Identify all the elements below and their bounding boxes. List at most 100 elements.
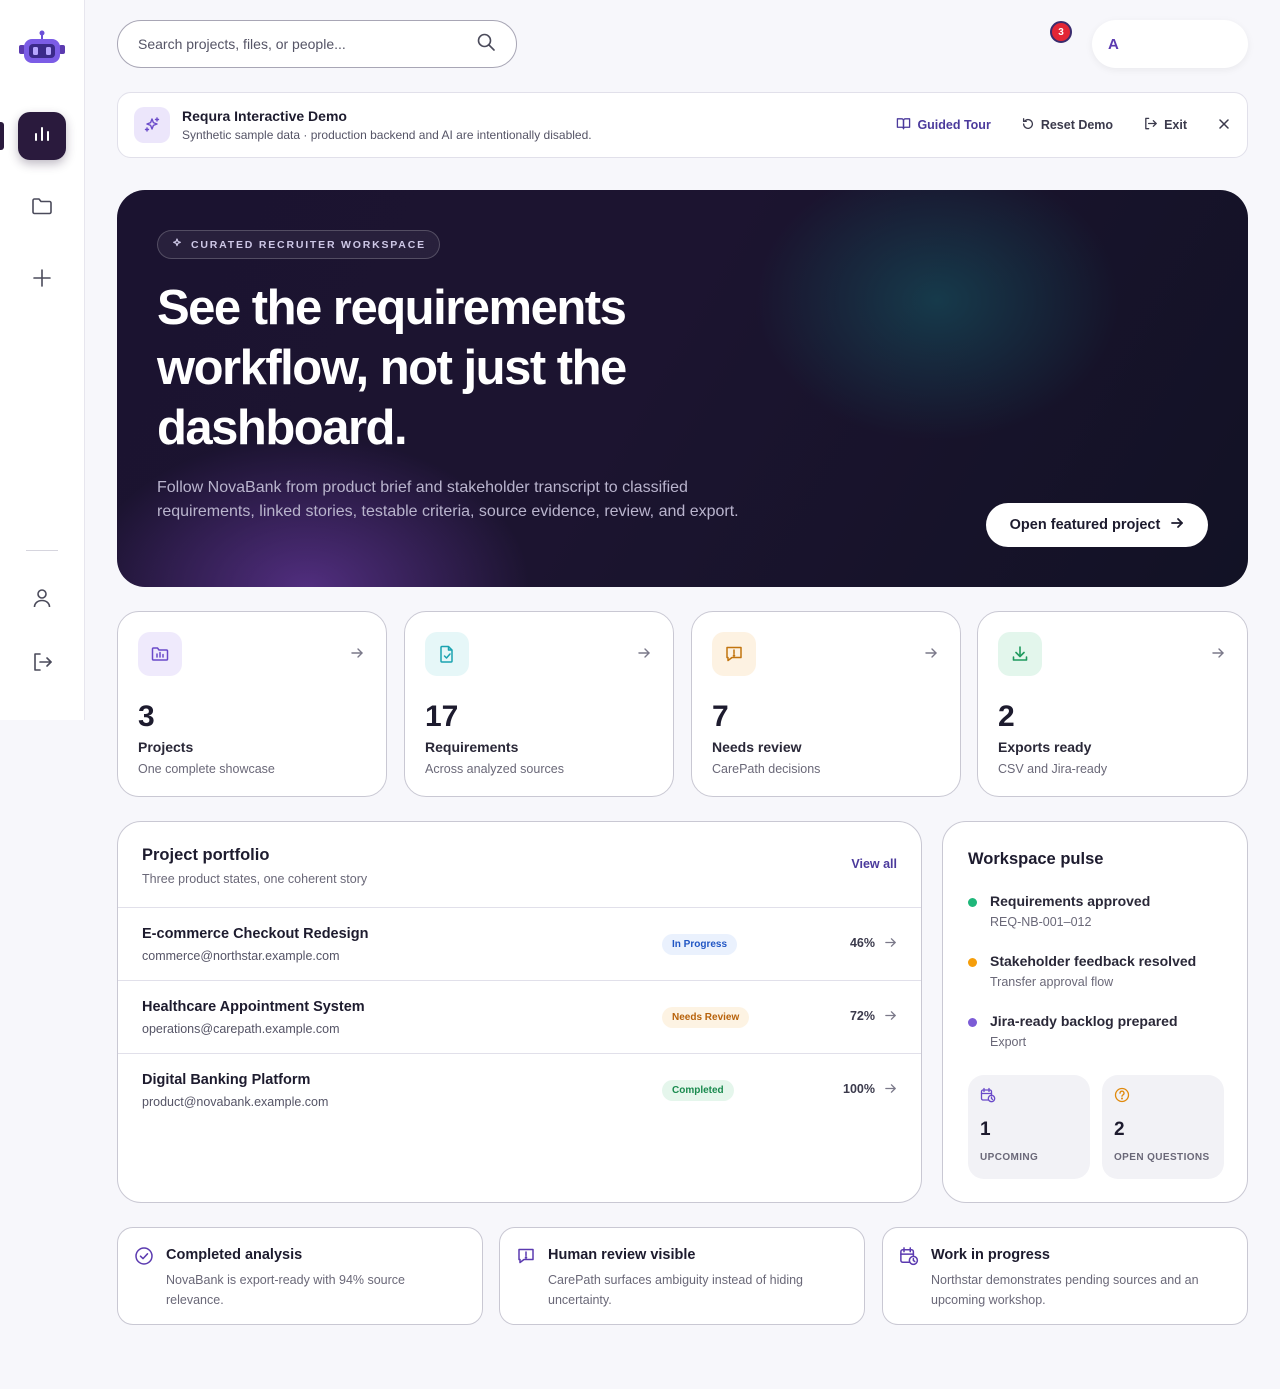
hero-description: Follow NovaBank from product brief and s… [157, 479, 739, 520]
reset-demo-label: Reset Demo [1040, 118, 1114, 132]
stat-subtext: CSV and Jira-ready [998, 762, 1108, 776]
logout-nav-button[interactable] [18, 640, 66, 688]
arrow-right-icon [1170, 516, 1184, 534]
dashboard-nav-button[interactable] [18, 112, 66, 160]
stat-value: 3 [138, 700, 155, 733]
exit-label: Exit [1164, 118, 1187, 132]
close-icon[interactable] [1217, 117, 1231, 134]
book-icon [896, 116, 911, 134]
exit-icon [1143, 116, 1158, 134]
stat-value: 2 [998, 700, 1015, 733]
banner-subtitle: Synthetic sample data · production backe… [182, 128, 592, 142]
sidebar-divider [26, 550, 58, 551]
portfolio-title: Project portfolio [142, 846, 270, 864]
arrow-right-icon [924, 646, 938, 665]
open-questions-count: 2 [1114, 1119, 1125, 1140]
new-project-nav-button[interactable] [18, 256, 66, 304]
calendar-clock-icon [899, 1246, 919, 1271]
banner-actions: Guided Tour Reset Demo Exit [896, 116, 1231, 134]
arrow-right-icon [884, 1009, 897, 1027]
profile-nav-button[interactable] [18, 576, 66, 624]
stat-card-exports[interactable]: 2 Exports ready CSV and Jira-ready [977, 611, 1248, 797]
stat-subtext: CarePath decisions [712, 762, 821, 776]
project-name: Healthcare Appointment System [142, 999, 365, 1015]
arrow-right-icon [884, 936, 897, 954]
open-featured-project-button[interactable]: Open featured project [986, 503, 1208, 547]
stat-label: Projects [138, 739, 194, 755]
feature-card-completed-analysis: Completed analysis NovaBank is export-re… [117, 1227, 483, 1325]
status-badge: Needs Review [662, 1007, 750, 1028]
stat-value: 17 [425, 700, 459, 733]
pulse-item-name: Stakeholder feedback resolved [990, 953, 1197, 969]
hero-pill-label: CURATED RECRUITER WORKSPACE [191, 238, 426, 251]
upcoming-card[interactable]: 1 UPCOMING [968, 1075, 1090, 1179]
search-icon[interactable] [476, 32, 496, 57]
stat-label: Needs review [712, 739, 802, 755]
user-menu[interactable]: A [1092, 20, 1248, 68]
banner-title: Requra Interactive Demo [182, 108, 347, 124]
feature-title: Human review visible [548, 1247, 696, 1263]
portfolio-header: Project portfolio Three product states, … [118, 822, 921, 908]
feature-title: Work in progress [931, 1247, 1050, 1263]
reset-demo-button[interactable]: Reset Demo [1021, 117, 1113, 134]
progress-value: 46% [849, 936, 875, 950]
upcoming-count: 1 [980, 1119, 991, 1140]
stat-subtext: One complete showcase [138, 762, 275, 776]
stat-card-needs-review[interactable]: 7 Needs review CarePath decisions [691, 611, 961, 797]
message-alert-icon [712, 632, 756, 676]
project-name: E-commerce Checkout Redesign [142, 926, 369, 942]
table-row[interactable]: Digital Banking Platform product@novaban… [118, 1054, 921, 1127]
view-all-link[interactable]: View all [851, 857, 897, 871]
projects-nav-button[interactable] [18, 184, 66, 232]
user-icon [31, 587, 53, 614]
logout-icon [30, 650, 54, 679]
notification-badge[interactable]: 3 [1050, 21, 1072, 43]
project-portfolio: Project portfolio Three product states, … [117, 821, 922, 1203]
pulse-item-name: Requirements approved [990, 893, 1151, 909]
project-email: product@novabank.example.com [142, 1095, 329, 1109]
status-dot [968, 958, 977, 967]
open-questions-label: OPEN QUESTIONS [1114, 1152, 1210, 1163]
stat-label: Exports ready [998, 739, 1092, 755]
pulse-item-sub: Export [990, 1035, 1027, 1049]
demo-banner: Requra Interactive Demo Synthetic sample… [117, 92, 1248, 158]
open-questions-card[interactable]: 2 OPEN QUESTIONS [1102, 1075, 1224, 1179]
robot-logo-icon[interactable] [18, 28, 66, 70]
message-alert-icon [516, 1246, 536, 1271]
file-check-icon [425, 632, 469, 676]
plus-icon [31, 267, 53, 294]
help-circle-icon [1114, 1087, 1130, 1108]
calendar-clock-icon [980, 1087, 996, 1108]
feature-title: Completed analysis [166, 1247, 303, 1263]
project-name: Digital Banking Platform [142, 1072, 311, 1088]
feature-card-work-in-progress: Work in progress Northstar demonstrates … [882, 1227, 1248, 1325]
download-icon [998, 632, 1042, 676]
active-nav-indicator [0, 122, 4, 150]
reset-icon [1021, 117, 1035, 134]
stat-card-projects[interactable]: 3 Projects One complete showcase [117, 611, 387, 797]
check-circle-icon [134, 1246, 154, 1271]
arrow-right-icon [350, 646, 364, 665]
hero-section: CURATED RECRUITER WORKSPACE See the requ… [117, 190, 1248, 587]
pulse-item-sub: Transfer approval flow [990, 975, 1114, 989]
exit-demo-button[interactable]: Exit [1143, 116, 1187, 134]
feature-description: CarePath surfaces ambiguity instead of h… [548, 1273, 804, 1307]
stat-card-requirements[interactable]: 17 Requirements Across analyzed sources [404, 611, 674, 797]
hero-pill: CURATED RECRUITER WORKSPACE [157, 230, 440, 259]
search-input[interactable] [138, 36, 476, 52]
pulse-item-name: Jira-ready backlog prepared [990, 1013, 1178, 1029]
open-featured-project-label: Open featured project [1009, 517, 1161, 533]
table-row[interactable]: Healthcare Appointment System operations… [118, 981, 921, 1054]
feature-description: Northstar demonstrates pending sources a… [931, 1273, 1199, 1307]
guided-tour-button[interactable]: Guided Tour [896, 116, 991, 134]
sparkle-icon [171, 237, 183, 252]
table-row[interactable]: E-commerce Checkout Redesign commerce@no… [118, 908, 921, 981]
upcoming-label: UPCOMING [980, 1152, 1039, 1163]
feature-description: NovaBank is export-ready with 94% source… [166, 1273, 406, 1307]
pulse-title: Workspace pulse [968, 850, 1104, 868]
stat-subtext: Across analyzed sources [425, 762, 564, 776]
folder-chart-icon [138, 632, 182, 676]
pulse-item-sub: REQ-NB-001–012 [990, 915, 1092, 929]
stat-value: 7 [712, 700, 729, 733]
status-badge: In Progress [662, 934, 738, 955]
